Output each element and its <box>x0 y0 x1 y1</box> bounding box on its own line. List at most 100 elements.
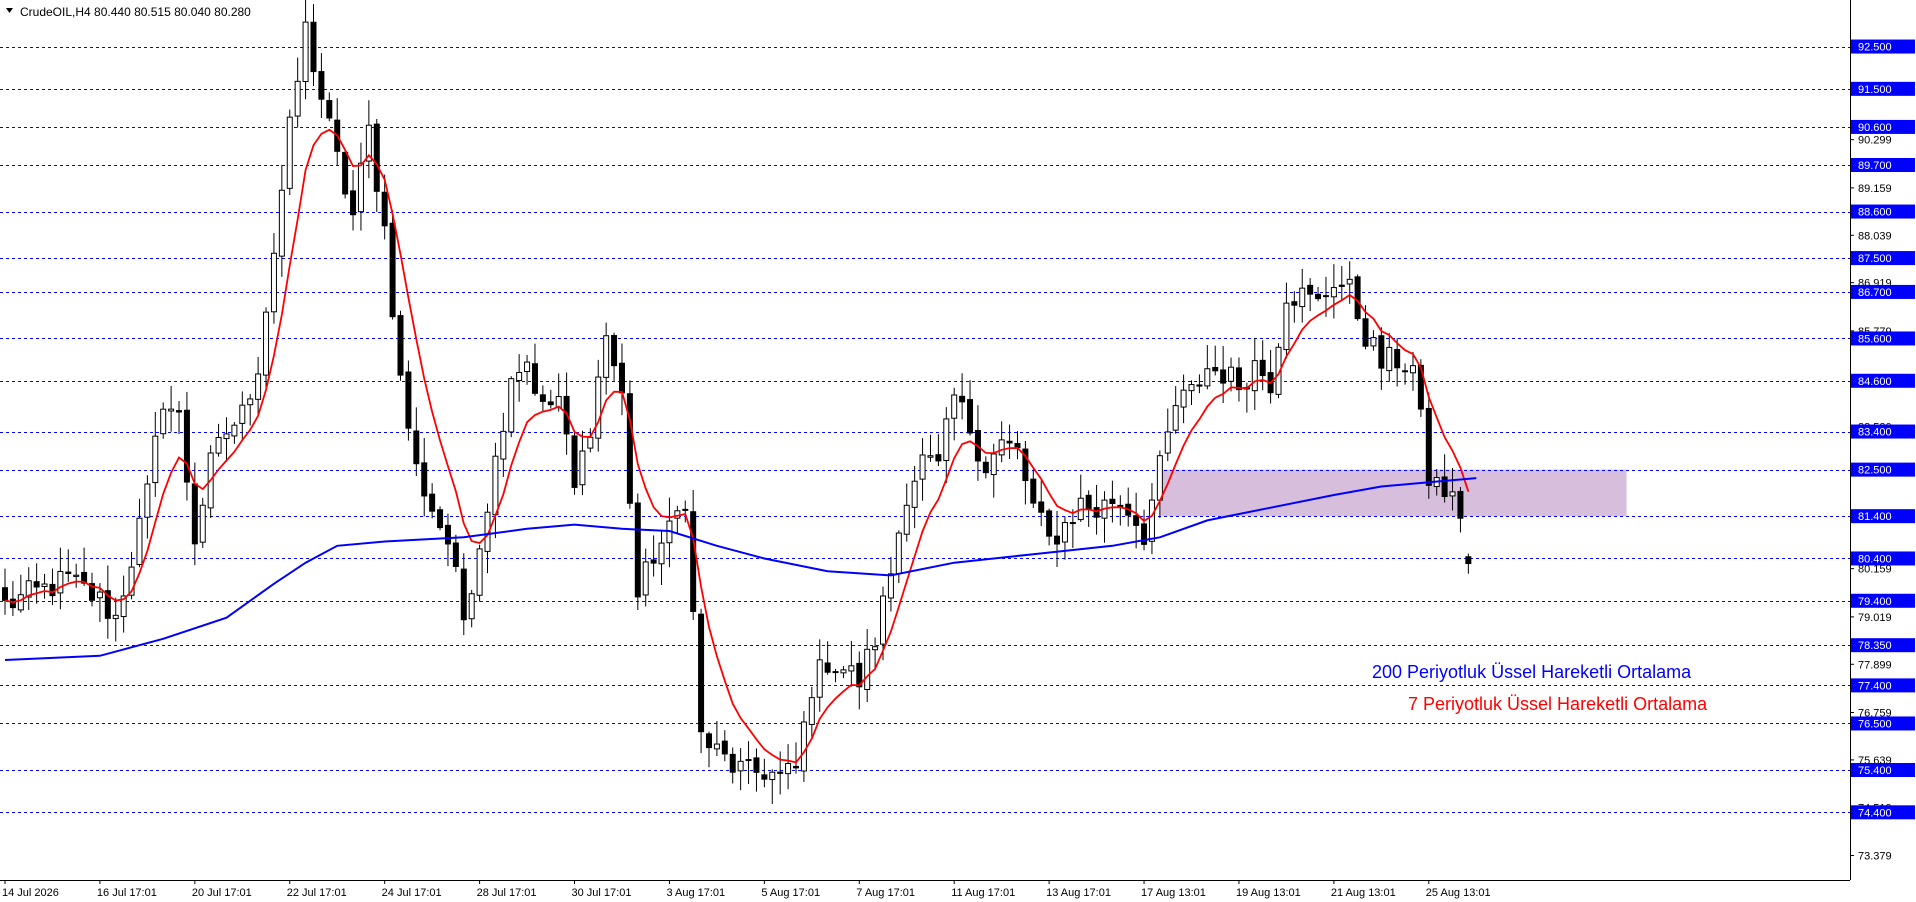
candle <box>698 608 705 754</box>
level-label: 81.400 <box>1858 511 1892 523</box>
level-label: 79.400 <box>1858 596 1892 608</box>
candle-body <box>468 593 475 620</box>
price-chart[interactable]: 90.29989.15988.03986.91985.77983.52081.3… <box>0 0 1916 902</box>
x-tick-label: 20 Jul 17:01 <box>192 887 252 899</box>
y-tick-label: 89.159 <box>1858 183 1892 195</box>
candle-body <box>2 587 8 601</box>
candle-body <box>721 740 728 755</box>
candle-body <box>231 424 238 437</box>
candle-body <box>1362 318 1369 347</box>
candle-body <box>698 613 705 733</box>
x-tick-label: 28 Jul 17:01 <box>477 887 537 899</box>
level-label: 88.600 <box>1858 207 1892 219</box>
candle-body <box>1315 293 1322 300</box>
candle-body <box>1425 407 1432 486</box>
candle-body <box>199 504 206 543</box>
candle-body <box>247 398 254 406</box>
candle-body <box>618 362 625 394</box>
candle-body <box>1038 501 1045 513</box>
x-tick-label: 21 Aug 13:01 <box>1331 887 1396 899</box>
candle-body <box>579 450 586 486</box>
candle-body <box>650 559 657 564</box>
zone-rect <box>1159 469 1627 517</box>
candle-body <box>318 71 325 100</box>
candle-body <box>1338 284 1345 287</box>
candle-body <box>800 721 807 772</box>
candle-body <box>278 189 285 257</box>
candle-body <box>1006 440 1013 444</box>
candle-body <box>571 435 578 488</box>
level-label: 82.500 <box>1858 465 1892 477</box>
candle <box>476 544 483 602</box>
candle-body <box>397 315 404 376</box>
candle-body <box>642 561 649 596</box>
candle-body <box>460 568 467 621</box>
candle-body <box>1465 556 1472 565</box>
candle-body <box>1014 442 1021 449</box>
level-label: 89.700 <box>1858 160 1892 172</box>
candle-body <box>144 483 151 518</box>
candle-body <box>215 436 222 454</box>
level-label: 78.350 <box>1858 640 1892 652</box>
candle-body <box>943 418 950 461</box>
x-tick-label: 22 Jul 17:01 <box>287 887 347 899</box>
candle-body <box>96 591 103 599</box>
level-label: 86.700 <box>1858 287 1892 299</box>
candle-body <box>33 581 40 588</box>
x-tick-label: 7 Aug 17:01 <box>856 887 915 899</box>
candle-body <box>508 378 515 433</box>
candle-body <box>342 151 349 195</box>
candle-body <box>492 455 499 516</box>
candle <box>342 150 349 199</box>
candle-body <box>223 433 230 440</box>
candle-body <box>152 435 159 484</box>
candle-body <box>887 573 894 599</box>
candle-body <box>452 542 459 567</box>
level-label: 90.600 <box>1858 122 1892 134</box>
candle-body <box>785 762 792 775</box>
candle-body <box>1030 478 1037 504</box>
y-tick-label: 79.019 <box>1858 612 1892 624</box>
x-tick-label: 25 Aug 13:01 <box>1426 887 1491 899</box>
candle-body <box>310 21 317 73</box>
level-label: 80.400 <box>1858 553 1892 565</box>
candle <box>634 493 641 610</box>
candle-body <box>1046 510 1053 537</box>
candle-body <box>1378 335 1385 369</box>
level-label: 92.500 <box>1858 42 1892 54</box>
candle-body <box>1449 491 1456 497</box>
candle-body <box>270 252 277 313</box>
x-tick-label: 14 Jul 2026 <box>2 887 59 899</box>
candle-body <box>951 394 958 419</box>
candle-body <box>1093 507 1100 518</box>
candle-body <box>935 454 942 462</box>
candle-body <box>429 493 436 512</box>
candle-body <box>381 191 388 227</box>
level-label: 77.400 <box>1858 680 1892 692</box>
candle-body <box>57 570 64 594</box>
candle-body <box>1291 301 1298 306</box>
x-tick-label: 13 Aug 17:01 <box>1046 887 1111 899</box>
candle-body <box>967 399 974 434</box>
candle-body <box>136 517 143 565</box>
candle-body <box>1402 370 1409 373</box>
candle-body <box>1354 276 1361 320</box>
candle-body <box>531 363 538 394</box>
x-tick-label: 19 Aug 13:01 <box>1236 887 1301 899</box>
candle-body <box>476 548 483 596</box>
y-tick-label: 88.039 <box>1858 230 1892 242</box>
candle-body <box>263 311 270 376</box>
candle-body <box>73 574 80 577</box>
candle-body <box>1196 384 1203 387</box>
level-label: 91.500 <box>1858 84 1892 96</box>
candle-body <box>587 436 594 449</box>
level-label: 83.400 <box>1858 427 1892 439</box>
candle-body <box>539 394 546 402</box>
candle-body <box>413 430 420 465</box>
candle <box>800 711 807 783</box>
candle-body <box>405 371 412 429</box>
candle-body <box>1156 455 1163 501</box>
candle-body <box>255 373 262 400</box>
level-label: 85.600 <box>1858 333 1892 345</box>
candle <box>1354 274 1361 321</box>
